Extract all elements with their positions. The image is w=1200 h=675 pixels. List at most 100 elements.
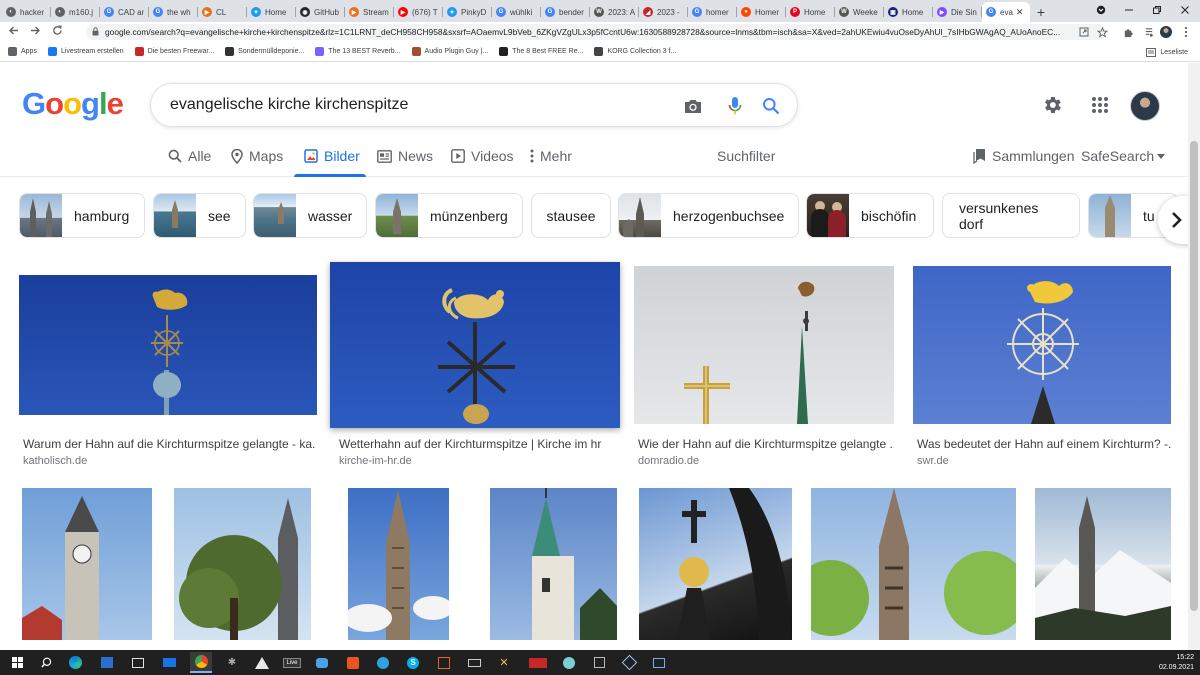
account-avatar[interactable]	[1130, 91, 1160, 121]
tab-maps[interactable]: Maps	[231, 148, 283, 164]
browser-menu-icon[interactable]	[1178, 24, 1194, 40]
tab-more[interactable]: Mehr	[530, 148, 572, 164]
browser-tab[interactable]: ✦ Home	[247, 2, 296, 22]
window-close-icon[interactable]	[1171, 0, 1199, 20]
new-tab-button[interactable]: +	[1030, 2, 1052, 22]
grid-app-icon[interactable]	[590, 654, 608, 671]
keyboard-app-icon[interactable]	[465, 654, 483, 671]
extensions-icon[interactable]	[1120, 24, 1136, 40]
bookmark-item[interactable]: Livestream erstellen	[47, 47, 124, 56]
google-logo[interactable]: Google	[22, 86, 124, 122]
image-result-2[interactable]: Wetterhahn auf der Kirchturmspitze | Kir…	[330, 262, 620, 472]
back-arrow-icon[interactable]	[2, 25, 24, 39]
browser-tab[interactable]: G CAD ar	[100, 2, 149, 22]
browser-tab[interactable]: W 2023: A	[590, 2, 639, 22]
camera-search-icon[interactable]	[681, 94, 705, 118]
browser-tab[interactable]: Ghomer	[688, 2, 737, 22]
cloud-app-icon[interactable]	[313, 654, 331, 671]
search-submit-icon[interactable]	[759, 94, 783, 118]
bookmark-item[interactable]: The 13 BEST Reverb...	[315, 47, 401, 56]
scrollbar-thumb[interactable]	[1190, 141, 1198, 611]
bookmark-item[interactable]: KORG Collection 3 f...	[594, 47, 676, 56]
bookmark-item[interactable]: Audio Plugin Guy |...	[411, 47, 488, 56]
browser-tab[interactable]: Geva ✕	[982, 2, 1030, 22]
chip-herzogenbuchsee[interactable]: herzogenbuchsee	[618, 193, 799, 238]
bookmark-star-icon[interactable]	[1094, 24, 1110, 40]
browser-tab[interactable]: Gwühlki	[492, 2, 541, 22]
browser-tab[interactable]: ▶ Stream	[345, 2, 394, 22]
tab-videos[interactable]: Videos	[451, 148, 514, 164]
reading-list-button[interactable]: Leseliste	[1146, 42, 1188, 62]
browser-tab[interactable]: ◐ hacker	[2, 2, 51, 22]
image-thumb-7[interactable]	[348, 488, 449, 640]
page-scrollbar[interactable]	[1188, 63, 1200, 650]
ableton-live-icon[interactable]: Live	[283, 654, 301, 671]
telegram-icon[interactable]	[374, 654, 392, 671]
tab-search-icon[interactable]	[1087, 0, 1115, 20]
tools-app-icon[interactable]: ✕	[495, 654, 513, 671]
fl-studio-icon[interactable]	[435, 654, 453, 671]
chip-muenzenberg[interactable]: münzenberg	[375, 193, 523, 238]
restore-icon[interactable]	[1143, 0, 1171, 20]
browser-tab[interactable]: ▶ Die Sin	[933, 2, 982, 22]
browser-tab[interactable]: ● Homer	[737, 2, 786, 22]
cube-app-icon[interactable]	[620, 654, 638, 671]
chip-see[interactable]: see	[153, 193, 246, 238]
safesearch-dropdown[interactable]: SafeSearch	[1081, 148, 1166, 164]
bookmark-item[interactable]: Apps	[8, 47, 37, 56]
bookmark-item[interactable]: Die besten Freewar...	[134, 47, 214, 56]
chrome-taskbar-icon[interactable]	[190, 652, 212, 673]
browser-tab[interactable]: Gbender	[541, 2, 590, 22]
chip-bischoefin[interactable]: bischöfin	[806, 193, 934, 238]
taskview-icon[interactable]	[129, 654, 147, 671]
image-thumb-11[interactable]	[1035, 488, 1171, 640]
settings-gear-icon[interactable]	[1039, 92, 1065, 118]
red-app-icon[interactable]	[526, 654, 550, 671]
result-title[interactable]: Was bedeutet der Hahn auf einem Kirchtur…	[917, 437, 1171, 451]
result-title[interactable]: Wetterhahn auf der Kirchturmspitze | Kir…	[339, 437, 620, 451]
image-thumb-10[interactable]	[811, 488, 1016, 640]
browser-tab[interactable]: ◢ 2023 -	[639, 2, 688, 22]
image-thumb-5[interactable]	[22, 488, 152, 640]
teal-app-icon[interactable]	[560, 654, 578, 671]
taskbar-search-icon[interactable]	[37, 654, 55, 671]
profile-avatar-small[interactable]	[1158, 24, 1174, 40]
skype-icon[interactable]: S	[404, 654, 422, 671]
image-thumb-8[interactable]	[490, 488, 617, 640]
edge-icon[interactable]	[66, 654, 84, 671]
chip-versunkenes-dorf[interactable]: versunkenes dorf	[942, 193, 1080, 238]
inkscape-icon[interactable]	[253, 654, 271, 671]
browser-tab[interactable]: ◐ m160.j	[51, 2, 100, 22]
window-app-icon[interactable]	[650, 654, 668, 671]
media-icon[interactable]	[1140, 24, 1156, 40]
chip-wasser[interactable]: wasser	[253, 193, 367, 238]
result-source[interactable]: domradio.de	[638, 455, 699, 467]
browser-tab[interactable]: ▶ (676) T	[394, 2, 443, 22]
collections-button[interactable]: Sammlungen	[973, 148, 1075, 164]
tab-news[interactable]: News	[377, 148, 433, 164]
share-icon[interactable]	[1076, 24, 1092, 40]
browser-tab[interactable]: ▣ Home	[884, 2, 933, 22]
forward-arrow-icon[interactable]	[24, 25, 46, 39]
result-title[interactable]: Warum der Hahn auf die Kirchturmspitze g…	[23, 437, 315, 451]
result-source[interactable]: katholisch.de	[23, 455, 87, 467]
windows-start-icon[interactable]	[8, 654, 26, 671]
bug-app-icon[interactable]: ✱	[223, 654, 241, 671]
ubuntu-icon[interactable]	[344, 654, 362, 671]
search-box[interactable]: evangelische kirche kirchenspitze	[150, 83, 798, 127]
result-image[interactable]	[634, 266, 894, 424]
image-thumb-9[interactable]	[639, 488, 792, 640]
result-title[interactable]: Wie der Hahn auf die Kirchturmspitze gel…	[638, 437, 894, 451]
image-result-4[interactable]: Was bedeutet der Hahn auf einem Kirchtur…	[913, 262, 1173, 472]
tab-images[interactable]: Bilder	[304, 148, 360, 164]
browser-tab[interactable]: ◉ GitHub	[296, 2, 345, 22]
store-icon[interactable]	[98, 654, 116, 671]
taskbar-clock[interactable]: 15:22 02.09.2021	[1159, 653, 1194, 673]
browser-tab[interactable]: ✦ PinkyD	[443, 2, 492, 22]
result-source[interactable]: kirche-im-hr.de	[339, 455, 412, 467]
image-thumb-6[interactable]	[174, 488, 311, 640]
result-image[interactable]	[913, 266, 1171, 424]
browser-tab[interactable]: ▶ CL	[198, 2, 247, 22]
bookmark-item[interactable]: The 8 Best FREE Re...	[499, 47, 583, 56]
search-tools-button[interactable]: Suchfilter	[717, 148, 775, 164]
